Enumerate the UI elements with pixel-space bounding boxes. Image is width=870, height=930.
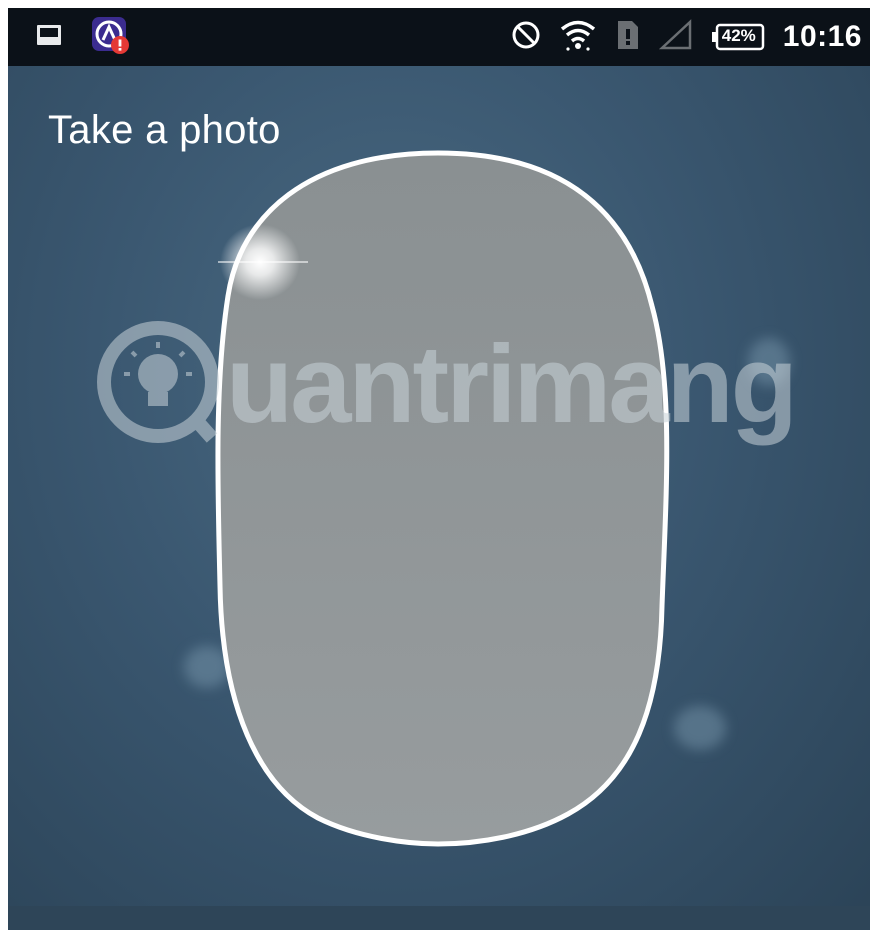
- do-not-disturb-icon: [511, 20, 541, 55]
- wifi-icon: [559, 18, 597, 57]
- app-alert-icon: [90, 15, 130, 60]
- status-bar-notifications: [36, 16, 130, 54]
- status-bar-system: 42% 10:16: [511, 16, 862, 58]
- screen: 42% 10:16 Take a photo uantrimang: [0, 0, 870, 930]
- bottom-edge: [8, 906, 870, 930]
- screen-title: Take a photo: [48, 108, 281, 152]
- cellular-signal-icon: [658, 18, 693, 56]
- image-notification-icon: [36, 24, 62, 51]
- camera-preview[interactable]: Take a photo uantrimang: [8, 66, 870, 930]
- face-guide: [215, 150, 670, 847]
- clock: 10:16: [782, 20, 862, 53]
- watermark-text: uantrimang: [226, 322, 798, 446]
- lightbulb-icon: [96, 320, 220, 449]
- status-bar: 42% 10:16: [8, 8, 870, 66]
- battery-icon: 42%: [711, 23, 765, 51]
- battery-percent: 42%: [721, 26, 756, 45]
- sim-card-icon: [615, 18, 641, 57]
- watermark: uantrimang: [96, 314, 798, 454]
